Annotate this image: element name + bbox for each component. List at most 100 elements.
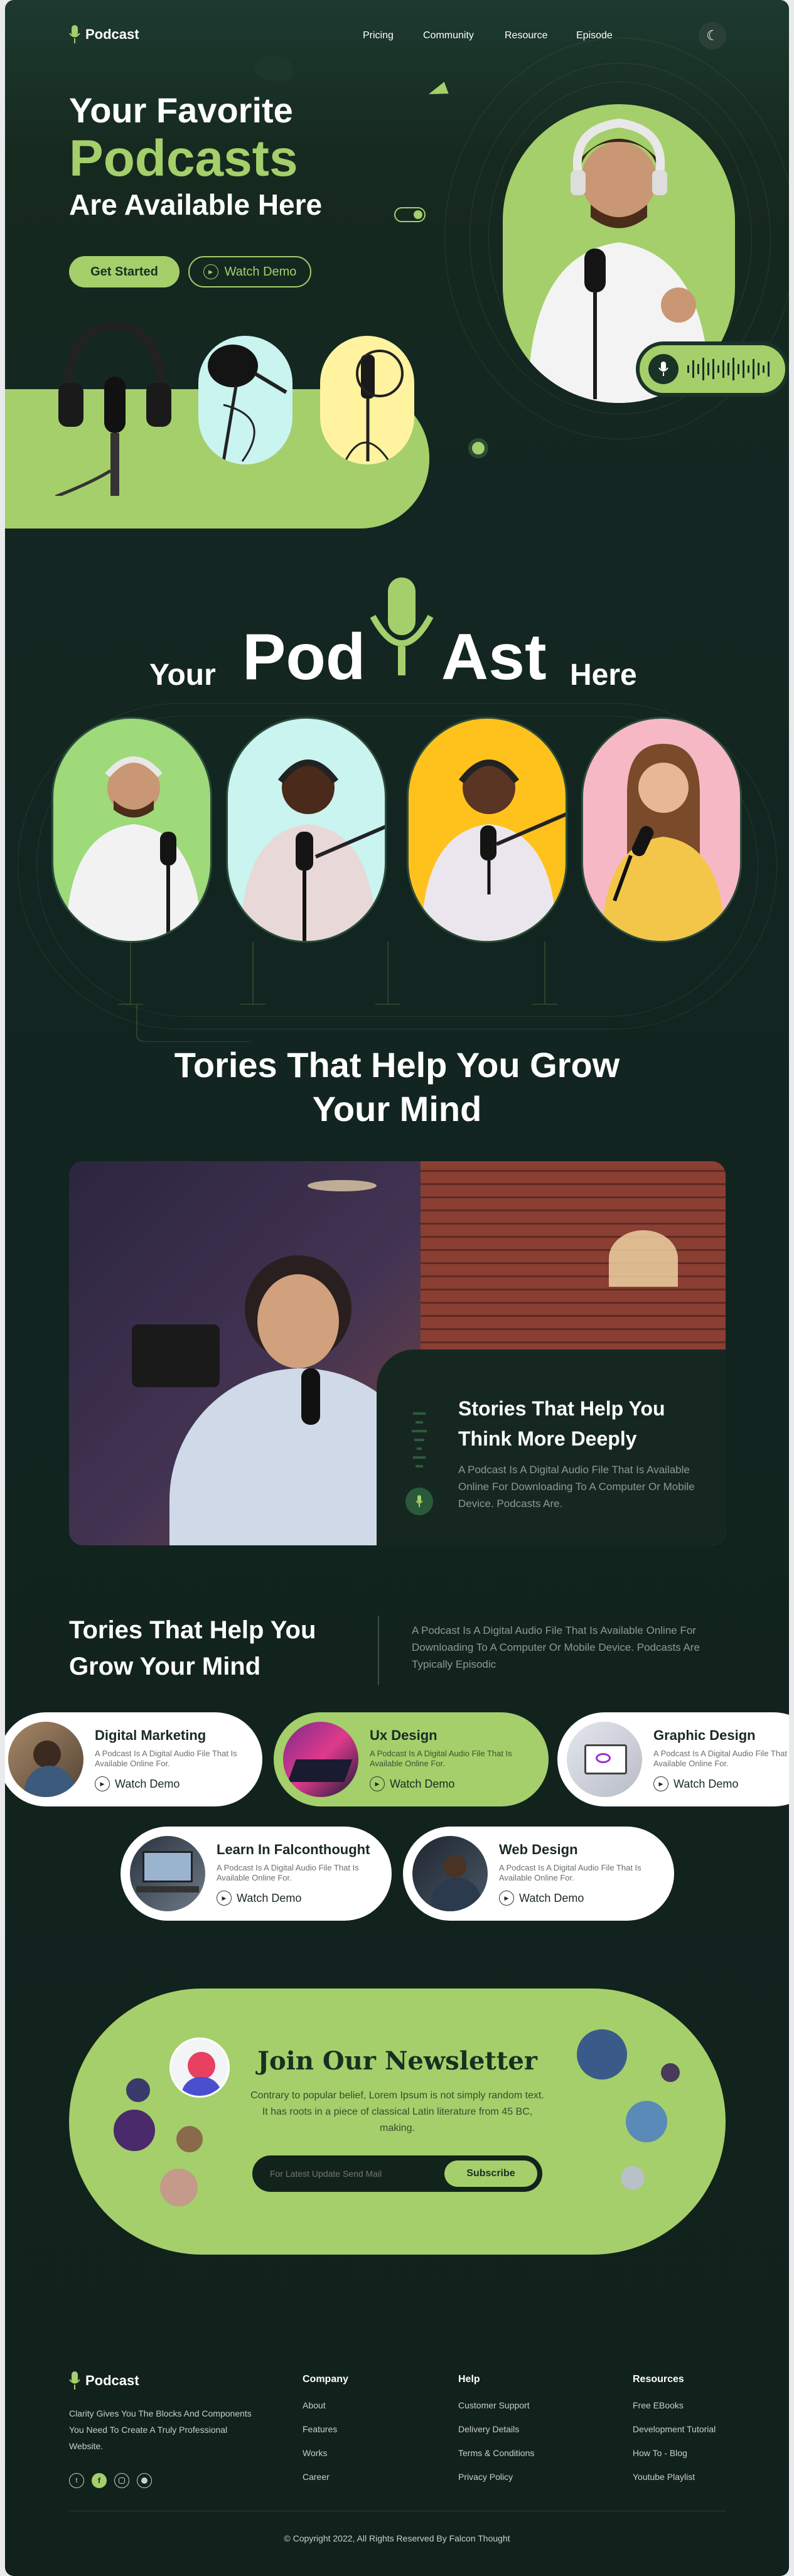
stories-card-title-line-2: Think More Deeply: [458, 1427, 637, 1450]
logo[interactable]: Podcast: [69, 25, 139, 44]
category-card-learn-in-falconthought[interactable]: Learn In Falconthought A Podcast Is A Di…: [121, 1827, 392, 1921]
nav-link-resource[interactable]: Resource: [505, 30, 576, 41]
stories-card-title: Stories That Help You Think More Deeply: [458, 1393, 665, 1454]
github-icon[interactable]: [137, 2473, 152, 2488]
podcast-heading-ast: Ast: [441, 621, 547, 694]
footer-column-title: Resources: [633, 2374, 684, 2385]
footer-link[interactable]: Terms & Conditions: [458, 2448, 534, 2458]
watch-demo-button[interactable]: ▶ Watch Demo: [188, 256, 311, 287]
podcast-heading-right: Here: [570, 658, 637, 692]
category-description: A Podcast Is A Digital Audio File That I…: [370, 1749, 512, 1768]
mic-card-yellow: [320, 336, 414, 464]
watch-demo-link[interactable]: ▶ Watch Demo: [370, 1776, 527, 1791]
avatar: [112, 2108, 157, 2153]
watch-demo-link[interactable]: ▶ Watch Demo: [499, 1891, 656, 1906]
avatar: [619, 2164, 646, 2192]
play-icon: ▶: [217, 1891, 232, 1906]
footer-about: Clarity Gives You The Blocks And Compone…: [69, 2408, 252, 2451]
category-description: A Podcast Is A Digital Audio File That I…: [95, 1749, 237, 1768]
categories-heading-line-1: Tories That Help You: [69, 1616, 316, 1644]
category-title: Web Design: [499, 1842, 578, 1857]
hero-heading: Your Favorite Podcasts Are Available Her…: [69, 90, 322, 222]
category-card-graphic-design[interactable]: Graphic Design A Podcast Is A Digital Au…: [557, 1712, 789, 1806]
paper-plane-icon: [409, 82, 449, 107]
play-icon: ▶: [370, 1776, 385, 1791]
footer-link[interactable]: Career: [303, 2472, 348, 2482]
watch-demo-label: Watch Demo: [390, 1777, 455, 1790]
hero-line-1: Your Favorite: [69, 90, 293, 130]
stories-card-text: A Podcast Is A Digital Audio File That I…: [458, 1464, 695, 1510]
category-thumbnail: [130, 1836, 205, 1911]
host-photo-1[interactable]: [51, 717, 212, 943]
avatar: [124, 2076, 152, 2104]
avatar: [158, 2167, 200, 2208]
watch-demo-label: Watch Demo: [673, 1777, 739, 1790]
brand-name: Podcast: [85, 26, 139, 42]
instagram-icon[interactable]: [114, 2473, 129, 2488]
footer-column-title: Help: [458, 2374, 480, 2385]
nav-link-community[interactable]: Community: [423, 30, 505, 41]
mic-stand-decor: [118, 942, 683, 1043]
category-card-web-design[interactable]: Web Design A Podcast Is A Digital Audio …: [403, 1827, 674, 1921]
category-card-ux-design[interactable]: Ux Design A Podcast Is A Digital Audio F…: [274, 1712, 549, 1806]
audio-waveform-widget[interactable]: [636, 341, 789, 397]
subscribe-button[interactable]: Subscribe: [444, 2160, 537, 2187]
categories-intro: A Podcast Is A Digital Audio File That I…: [412, 1624, 700, 1670]
watch-demo-link[interactable]: ▶ Watch Demo: [217, 1891, 373, 1906]
footer-logo[interactable]: Podcast: [69, 2371, 139, 2390]
footer-link[interactable]: Customer Support: [458, 2400, 534, 2410]
newsletter-text: Contrary to popular belief, Lorem Ipsum …: [250, 2090, 544, 2133]
categories-heading: Tories That Help You Grow Your Mind: [69, 1612, 316, 1685]
microphone-icon: [370, 577, 434, 675]
footer-column-resources: Resources Free EBooks Development Tutori…: [633, 2374, 716, 2496]
stories-feature-card: Stories That Help You Think More Deeply …: [69, 1161, 726, 1545]
newsletter-section: Join Our Newsletter Contrary to popular …: [69, 1988, 726, 2255]
social-links: t f: [69, 2473, 152, 2488]
dot-decor: [468, 438, 488, 458]
stories-card-mic-button[interactable]: [405, 1488, 433, 1515]
footer-link[interactable]: Free EBooks: [633, 2400, 716, 2410]
category-title: Ux Design: [370, 1727, 437, 1743]
category-title: Digital Marketing: [95, 1727, 207, 1743]
page: Podcast Pricing Community Resource Episo…: [5, 0, 789, 2576]
categories-heading-line-2: Grow Your Mind: [69, 1653, 261, 1680]
footer-link[interactable]: Delivery Details: [458, 2424, 534, 2434]
footer-link[interactable]: Works: [303, 2448, 348, 2458]
category-description: A Podcast Is A Digital Audio File That I…: [499, 1863, 641, 1882]
play-icon: ▶: [499, 1891, 514, 1906]
footer-column-help: Help Customer Support Delivery Details T…: [458, 2374, 534, 2496]
footer-column-title: Company: [303, 2374, 348, 2385]
footer-link[interactable]: About: [303, 2400, 348, 2410]
avatar: [174, 2124, 205, 2154]
email-input[interactable]: [270, 2169, 433, 2179]
footer-link[interactable]: Privacy Policy: [458, 2472, 534, 2482]
nav-link-pricing[interactable]: Pricing: [363, 30, 423, 41]
newsletter-form: Subscribe: [252, 2155, 542, 2192]
host-photo-3[interactable]: [407, 717, 567, 943]
category-card-digital-marketing[interactable]: Digital Marketing A Podcast Is A Digital…: [5, 1712, 262, 1806]
category-thumbnail: [8, 1722, 83, 1797]
footer-link[interactable]: How To - Blog: [633, 2448, 716, 2458]
footer-link[interactable]: Youtube Playlist: [633, 2472, 716, 2482]
theme-toggle-button[interactable]: ☾: [699, 22, 726, 50]
watch-demo-link[interactable]: ▶ Watch Demo: [653, 1776, 789, 1791]
host-photo-4[interactable]: [581, 717, 742, 943]
play-icon: ▶: [653, 1776, 668, 1791]
microphone-icon: [69, 2371, 80, 2390]
watch-demo-link[interactable]: ▶ Watch Demo: [95, 1776, 252, 1791]
get-started-button[interactable]: Get Started: [69, 256, 180, 287]
waveform-icon: [687, 358, 770, 380]
category-thumbnail: [283, 1722, 358, 1797]
footer-link[interactable]: Features: [303, 2424, 348, 2434]
watch-demo-label: Watch Demo: [224, 264, 297, 279]
nav-links: Pricing Community Resource Episode: [363, 30, 613, 41]
toggle-decor: [394, 207, 426, 222]
play-icon: ▶: [95, 1776, 110, 1791]
facebook-icon[interactable]: f: [92, 2473, 107, 2488]
newsletter-title: Join Our Newsletter: [257, 2046, 537, 2076]
twitter-icon[interactable]: t: [69, 2473, 84, 2488]
headphones-image: [5, 320, 174, 517]
footer-link[interactable]: Development Tutorial: [633, 2424, 716, 2434]
podcast-heading-pod: Pod: [242, 621, 366, 694]
host-photo-2[interactable]: [226, 717, 387, 943]
